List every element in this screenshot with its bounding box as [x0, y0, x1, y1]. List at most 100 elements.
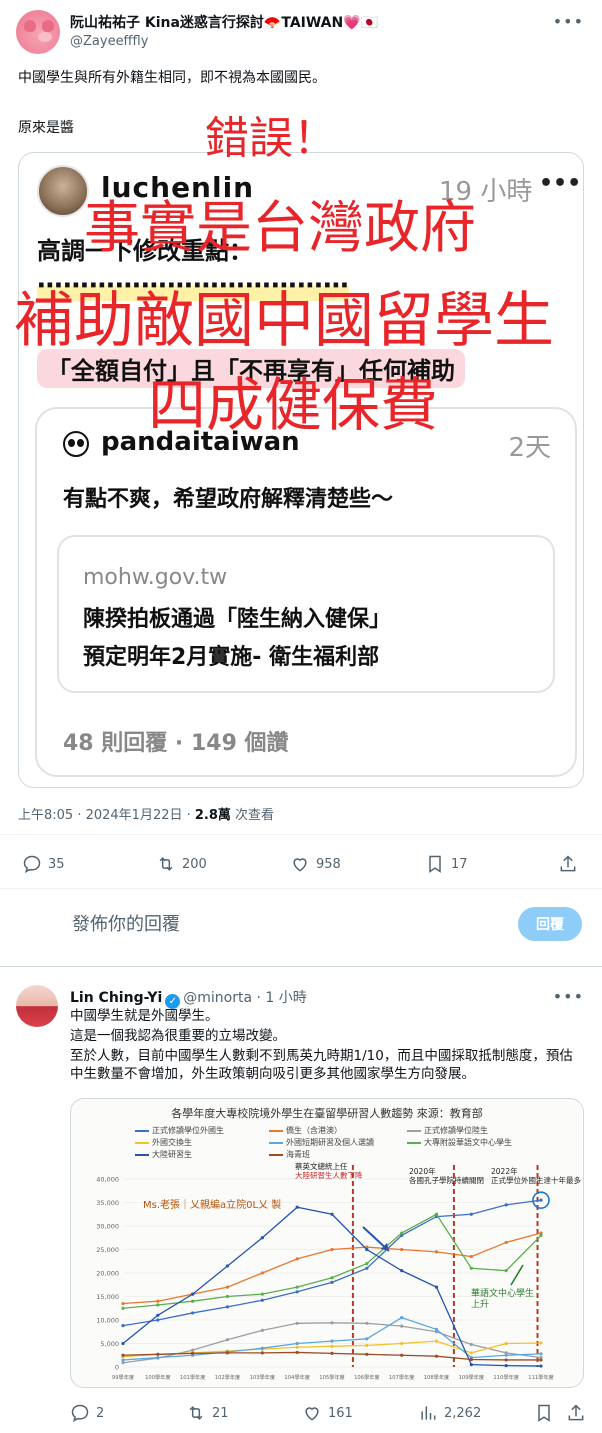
avatar[interactable] — [16, 10, 60, 54]
tweet-timestamp[interactable]: 上午8:05 · 2024年1月22日 · — [18, 808, 195, 823]
author-handle[interactable]: @Zayeefffly — [70, 34, 148, 49]
data-point — [504, 1341, 508, 1346]
more-options-icon[interactable]: ••• — [553, 987, 584, 1006]
data-point — [469, 1254, 473, 1259]
data-point — [469, 1212, 473, 1216]
bookmark-icon — [429, 855, 441, 873]
data-point — [191, 1351, 195, 1355]
data-point — [469, 1342, 473, 1347]
bookmark-icon — [538, 1404, 550, 1422]
more-options-icon[interactable]: ••• — [553, 12, 584, 31]
inner-text: 有點不爽，希望政府解釋清楚些～ — [63, 487, 394, 512]
data-point — [225, 1294, 230, 1299]
reply-icon — [71, 1404, 89, 1423]
x-tick-label: 99學年度 — [112, 1373, 134, 1381]
data-point — [539, 1352, 543, 1356]
data-point — [295, 1345, 299, 1349]
data-point — [400, 1247, 404, 1252]
annotation-1: 蔡英文總統上任 大陸研習生人數下降 — [295, 1162, 363, 1180]
data-point — [400, 1316, 404, 1320]
data-point — [225, 1285, 230, 1289]
y-tick-label: 5,000 — [100, 1340, 119, 1348]
tweet2-line2: 這是一個我認為很重要的立場改變。 — [70, 1028, 286, 1044]
panda-avatar-icon — [63, 431, 89, 457]
data-point — [434, 1212, 439, 1216]
data-point — [539, 1341, 543, 1345]
data-point — [539, 1198, 543, 1202]
x-tick-label: 107學年度 — [389, 1373, 414, 1381]
like-count: 958 — [316, 856, 341, 872]
data-point — [225, 1264, 230, 1268]
data-point — [260, 1292, 264, 1296]
data-point — [434, 1285, 439, 1289]
x-tick-label: 110學年度 — [493, 1373, 518, 1381]
data-point — [330, 1321, 334, 1325]
data-point — [365, 1321, 369, 1325]
data-point — [539, 1233, 543, 1237]
data-point — [156, 1299, 160, 1303]
data-point — [434, 1327, 439, 1331]
data-point — [539, 1364, 543, 1368]
data-point — [260, 1236, 264, 1240]
like-button[interactable]: 161 — [302, 1403, 353, 1423]
annotation-green-line1: 華語文中心學生 — [471, 1289, 535, 1299]
x-tick-label: 105學年度 — [319, 1373, 344, 1381]
author-name[interactable]: 阮山祐祐子 Kina迷惑言行探討🪭TAIWAN💗🇯🇵 — [70, 12, 378, 32]
data-point — [400, 1324, 404, 1328]
data-point — [260, 1328, 264, 1332]
data-point — [295, 1257, 299, 1261]
data-point — [400, 1353, 404, 1357]
data-point — [434, 1354, 439, 1358]
data-point — [225, 1338, 230, 1342]
data-point — [330, 1247, 334, 1252]
retweet-button[interactable]: 21 — [186, 1403, 229, 1423]
tweet2-line3: 至於人數，目前中國學生人數剩不到馬英九時期1/10，而且中國採取抵制態度，預估中… — [70, 1048, 573, 1082]
data-point — [365, 1337, 369, 1341]
quoted-avatar — [37, 165, 89, 217]
retweet-button[interactable]: 200 — [156, 854, 207, 874]
y-tick-label: 0 — [115, 1364, 119, 1372]
data-point — [121, 1358, 125, 1362]
data-point — [121, 1324, 125, 1328]
data-point — [365, 1352, 369, 1356]
x-tick-label: 101學年度 — [180, 1373, 205, 1381]
data-point — [191, 1299, 195, 1303]
inner-post-card: pandaitaiwan 2天 有點不爽，希望政府解釋清楚些～ mohw.gov… — [35, 407, 577, 777]
reply-button[interactable]: 2 — [70, 1403, 104, 1423]
x-tick-label: 111學年度 — [528, 1373, 553, 1381]
data-point — [504, 1269, 508, 1273]
avatar[interactable] — [16, 985, 58, 1027]
overlay-line3: 補助敵國中國留學生 — [14, 286, 554, 356]
author-name[interactable]: Lin Ching-Yi ✓ @minorta · 1 小時 — [70, 987, 307, 1009]
data-point — [330, 1212, 334, 1216]
like-button[interactable]: 958 — [290, 854, 341, 874]
data-point — [504, 1203, 508, 1207]
data-point — [191, 1292, 195, 1296]
bookmark-button[interactable] — [534, 1403, 554, 1423]
data-point — [295, 1285, 299, 1289]
data-point — [400, 1269, 404, 1273]
bookmark-button[interactable]: 17 — [425, 854, 468, 874]
reply-icon — [23, 855, 41, 874]
annotation-green-line2: 上升 — [471, 1300, 490, 1310]
share-button[interactable] — [558, 854, 578, 874]
share-button[interactable] — [566, 1403, 586, 1423]
chart-watermark: Ms.老張｜乂親編a立院0L乂 製 — [143, 1200, 282, 1211]
reply-button[interactable]: 35 — [22, 854, 65, 874]
data-point — [191, 1348, 195, 1352]
retweet-count: 200 — [182, 856, 207, 872]
retweet-icon — [189, 1406, 203, 1420]
data-point — [225, 1351, 230, 1355]
data-point — [365, 1262, 369, 1266]
data-point — [330, 1276, 334, 1280]
reply-input[interactable]: 發佈你的回覆 — [72, 910, 180, 936]
chart-image[interactable]: 各學年度大專校院境外學生在臺留學研習人數趨勢 來源：教育部 正式修讀學位外國生僑… — [70, 1098, 584, 1388]
data-point — [469, 1357, 473, 1362]
overlay-line2: 事實是台灣政府 — [84, 196, 476, 261]
data-point — [156, 1313, 160, 1317]
annotation-3-line2: 正式學位外國生達十年最多 — [491, 1176, 581, 1185]
data-point — [365, 1266, 369, 1270]
quoted-more-icon: ••• — [539, 171, 582, 196]
views-button[interactable]: 2,262 — [418, 1403, 481, 1423]
reply-submit-button[interactable]: 回覆 — [518, 907, 582, 941]
